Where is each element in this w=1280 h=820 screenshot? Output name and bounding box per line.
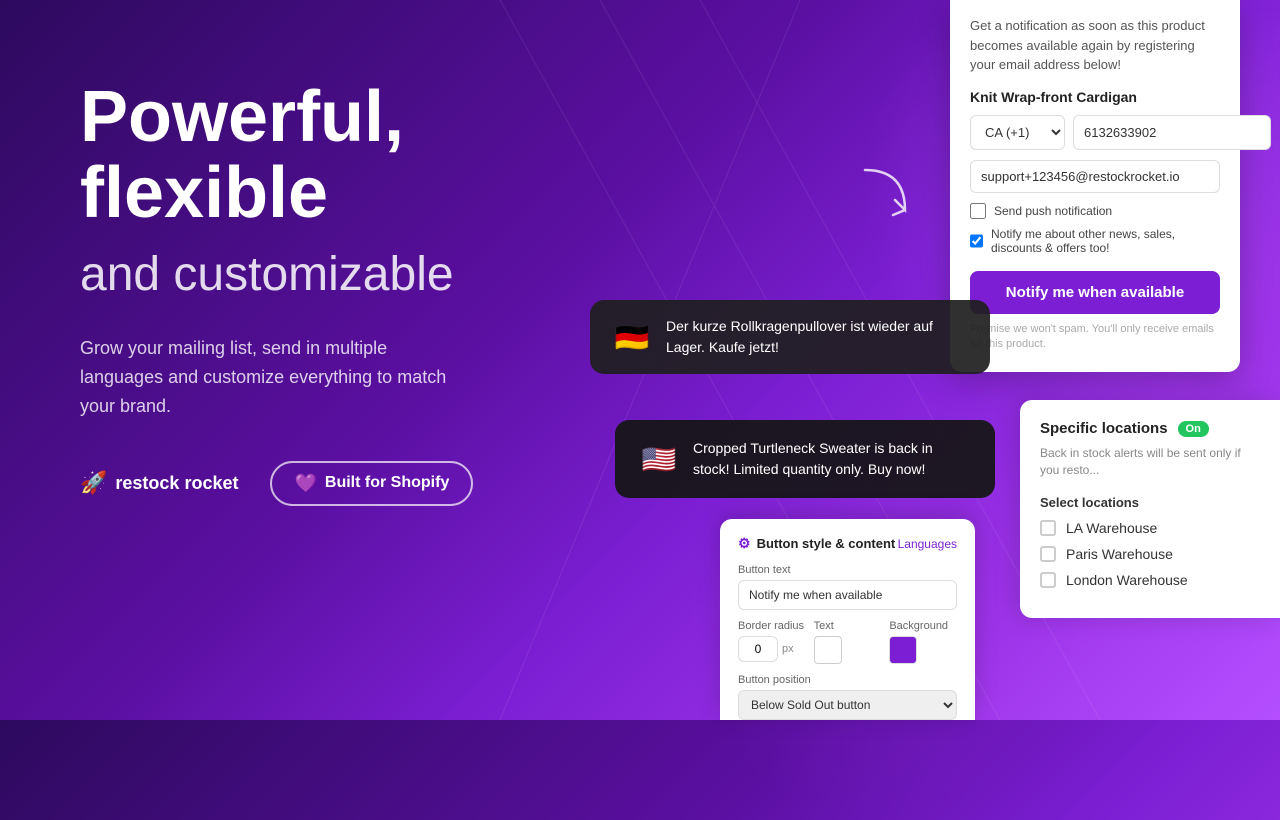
english-notification-bubble: 🇺🇸 Cropped Turtleneck Sweater is back in…: [615, 420, 995, 498]
product-name: Knit Wrap-front Cardigan: [970, 89, 1220, 105]
spam-note: Promise we won't spam. You'll only recei…: [970, 322, 1220, 353]
button-text-label: Button text: [738, 564, 957, 576]
background-color-col: Background: [889, 620, 957, 664]
border-radius-input[interactable]: [738, 636, 778, 662]
text-color-col: Text: [814, 620, 882, 664]
german-bubble-text: Der kurze Rollkragenpullover ist wieder …: [666, 316, 968, 358]
specific-locations-panel: Specific locations On Back in stock aler…: [1020, 400, 1280, 618]
notif-panel-description: Get a notification as soon as this produ…: [970, 16, 1220, 75]
shopify-icon: 💜: [294, 473, 316, 494]
country-code-select[interactable]: CA (+1) US (+1) UK (+44): [970, 115, 1065, 150]
style-options-row: Border radius px Text Background: [738, 620, 957, 664]
locations-description: Back in stock alerts will be sent only i…: [1040, 445, 1260, 479]
notification-panel: Get a notification as soon as this produ…: [950, 0, 1240, 372]
languages-link[interactable]: Languages: [898, 537, 957, 551]
text-color-swatch[interactable]: [814, 636, 842, 664]
built-for-shopify-button[interactable]: 💜 Built for Shopify: [270, 461, 473, 506]
border-radius-label: Border radius: [738, 620, 806, 632]
select-locations-label: Select locations: [1040, 495, 1260, 510]
panel-header-title-group: ⚙ Button style & content: [738, 535, 895, 552]
push-notification-row: Send push notification: [970, 203, 1220, 219]
decorative-arrow: [855, 160, 915, 230]
button-position-select[interactable]: Below Sold Out button Above Sold Out but…: [738, 690, 957, 720]
background-color-swatch[interactable]: [889, 636, 917, 664]
push-notification-label[interactable]: Send push notification: [994, 204, 1112, 218]
paris-warehouse-name: Paris Warehouse: [1066, 546, 1173, 562]
shopify-button-label: Built for Shopify: [325, 474, 449, 492]
phone-row: CA (+1) US (+1) UK (+44): [970, 115, 1220, 150]
locations-header: Specific locations On: [1040, 420, 1260, 437]
text-color-label: Text: [814, 620, 882, 632]
hero-title-line1: Powerful,: [80, 77, 404, 157]
paris-warehouse-checkbox[interactable]: [1040, 546, 1056, 562]
panel-header: ⚙ Button style & content Languages: [738, 535, 957, 552]
hero-title: Powerful, flexible: [80, 80, 560, 231]
email-input[interactable]: [970, 160, 1220, 193]
button-position-label: Button position: [738, 674, 957, 686]
phone-input[interactable]: [1073, 115, 1271, 150]
settings-icon: ⚙: [738, 535, 751, 552]
rocket-icon: 🚀: [80, 470, 107, 496]
locations-badge: On: [1178, 421, 1209, 437]
notify-when-available-button[interactable]: Notify me when available: [970, 271, 1220, 314]
us-flag: 🇺🇸: [639, 439, 679, 479]
border-radius-col: Border radius px: [738, 620, 806, 664]
german-flag: 🇩🇪: [612, 317, 652, 357]
button-style-panel: ⚙ Button style & content Languages Butto…: [720, 519, 975, 720]
london-warehouse-name: London Warehouse: [1066, 572, 1188, 588]
button-text-input[interactable]: [738, 580, 957, 610]
brand-name: restock rocket: [115, 473, 238, 494]
hero-description: Grow your mailing list, send in multiple…: [80, 334, 460, 420]
la-warehouse-checkbox[interactable]: [1040, 520, 1056, 536]
brand-logo: 🚀 restock rocket: [80, 470, 238, 496]
button-style-panel-title: Button style & content: [757, 536, 896, 551]
location-item-la: LA Warehouse: [1040, 520, 1260, 536]
german-notification-bubble: 🇩🇪 Der kurze Rollkragenpullover ist wied…: [590, 300, 990, 374]
la-warehouse-name: LA Warehouse: [1066, 520, 1157, 536]
hero-title-line2: flexible: [80, 153, 328, 233]
news-notification-label[interactable]: Notify me about other news, sales, disco…: [991, 227, 1220, 255]
brand-row: 🚀 restock rocket 💜 Built for Shopify: [80, 461, 560, 506]
push-notification-checkbox[interactable]: [970, 203, 986, 219]
px-unit: px: [782, 643, 794, 655]
news-notification-checkbox[interactable]: [970, 233, 983, 249]
location-item-paris: Paris Warehouse: [1040, 546, 1260, 562]
notify-button-label: Notify me when available: [1006, 284, 1184, 301]
background-color-label: Background: [889, 620, 957, 632]
hero-subtitle: and customizable: [80, 247, 560, 302]
locations-title: Specific locations: [1040, 420, 1168, 437]
location-item-london: London Warehouse: [1040, 572, 1260, 588]
london-warehouse-checkbox[interactable]: [1040, 572, 1056, 588]
news-notification-row: Notify me about other news, sales, disco…: [970, 227, 1220, 255]
english-bubble-text: Cropped Turtleneck Sweater is back in st…: [693, 438, 971, 480]
border-radius-row: px: [738, 636, 806, 662]
hero-section: Powerful, flexible and customizable Grow…: [80, 80, 560, 506]
